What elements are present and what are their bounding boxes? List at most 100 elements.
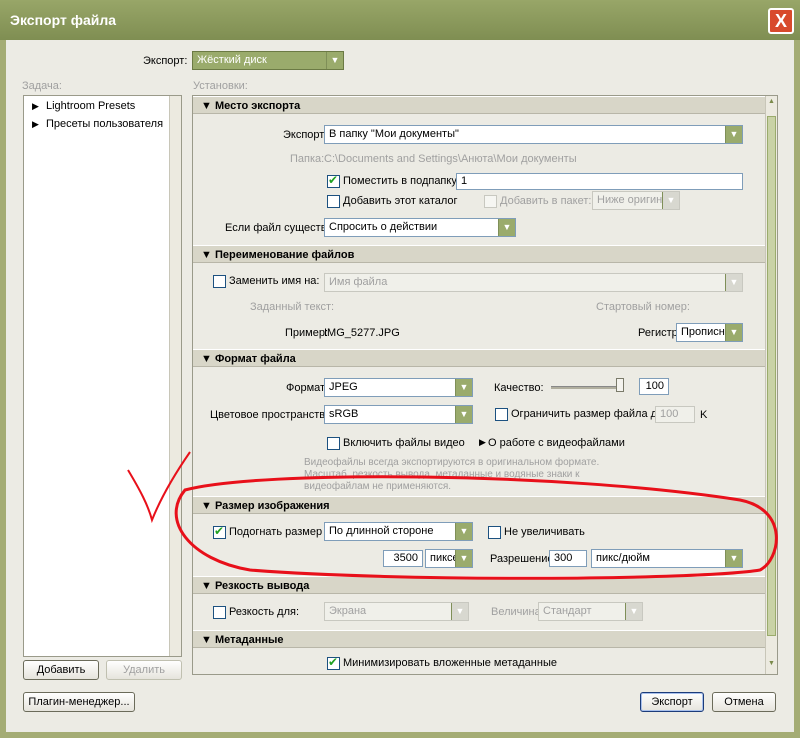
rename-label: Заменить имя на: [229, 275, 320, 287]
format-label: Формат: [286, 382, 329, 394]
fit-size-checkbox[interactable] [213, 524, 226, 539]
window-title: Экспорт файла [10, 12, 117, 28]
dimension-input[interactable]: 3500 [383, 550, 423, 567]
triangle-down-icon: ▼ [201, 634, 212, 646]
chevron-down-icon: ▼ [455, 550, 472, 567]
if-exists-value: Спросить о действии [329, 221, 438, 233]
section-header-metadata[interactable]: ▼ Метаданные [193, 630, 765, 648]
case-label: Регистр: [638, 327, 681, 339]
scroll-thumb[interactable] [767, 116, 776, 636]
dialog-body: Экспорт: Жёсткий диск ▼ Задача: Установк… [6, 40, 794, 732]
rename-checkbox[interactable] [213, 275, 226, 288]
add-preset-button[interactable]: Добавить [23, 660, 99, 680]
settings-panel: ▼ Место экспорта Экспорт: В папку "Мои д… [192, 95, 778, 675]
colorspace-label: Цветовое пространство: [210, 409, 335, 421]
task-label: Задача: [22, 80, 62, 92]
task-scrollbar[interactable] [169, 96, 181, 656]
task-list: ▶ Lightroom Presets ▶ Пресеты пользовате… [23, 95, 182, 657]
dont-enlarge-checkbox[interactable] [488, 526, 501, 539]
subfolder-checkbox[interactable] [327, 173, 340, 188]
triangle-down-icon: ▼ [201, 353, 212, 365]
start-number-label: Стартовый номер: [596, 301, 690, 313]
export-dest-select[interactable]: В папку "Мои документы" ▼ [324, 125, 743, 144]
add-stack-checkbox[interactable] [484, 195, 497, 208]
chevron-down-icon: ▼ [326, 52, 343, 69]
triangle-down-icon: ▼ [201, 500, 212, 512]
export-button[interactable]: Экспорт [640, 692, 704, 712]
task-item-label: Lightroom Presets [45, 100, 136, 112]
limit-size-checkbox[interactable] [495, 408, 508, 421]
minimize-metadata-label: Минимизировать вложенные метаданные [343, 657, 557, 669]
chevron-down-icon: ▼ [455, 406, 472, 423]
folder-path: C:\Documents and Settings\Анюта\Мои доку… [324, 153, 577, 165]
sharpen-checkbox[interactable] [213, 606, 226, 619]
dimension-unit-select[interactable]: пиксел ▼ [425, 549, 473, 568]
quality-label: Качество: [494, 382, 544, 394]
export-dest-value: В папку "Мои документы" [329, 128, 459, 140]
amount-label: Величина: [491, 606, 544, 618]
resolution-unit-value: пикс/дюйм [596, 552, 650, 564]
limit-size-input[interactable]: 100 [655, 406, 695, 423]
video-note-line: видеофайлам не применяются. [304, 481, 452, 492]
case-select[interactable]: Прописные ▼ [676, 323, 743, 342]
task-item[interactable]: ▶ Пресеты пользователя [32, 118, 163, 130]
settings-label: Установки: [193, 80, 248, 92]
limit-size-unit: K [700, 409, 708, 421]
quality-input[interactable]: 100 [639, 378, 669, 395]
plugin-manager-button[interactable]: Плагин-менеджер... [23, 692, 135, 712]
chevron-down-icon: ▼ [455, 379, 472, 396]
cancel-button[interactable]: Отмена [712, 692, 776, 712]
rename-template-value: Имя файла [329, 276, 388, 288]
minimize-metadata-checkbox[interactable] [327, 655, 340, 670]
chevron-down-icon: ▼ [455, 523, 472, 540]
settings-scrollbar[interactable]: ▲ ▼ [765, 96, 777, 674]
subfolder-label: Поместить в подпапку: [343, 175, 460, 187]
export-to-select[interactable]: Жёсткий диск ▼ [192, 51, 344, 70]
scroll-down-icon[interactable]: ▼ [767, 660, 776, 670]
format-value: JPEG [329, 381, 358, 393]
triangle-right-icon: ▶ [32, 101, 39, 111]
section-header-sharpen[interactable]: ▼ Резкость вывода [193, 576, 765, 594]
chevron-down-icon: ▼ [725, 274, 742, 291]
chevron-down-icon: ▼ [725, 324, 742, 341]
quality-slider-thumb[interactable] [616, 378, 624, 392]
sharpen-for-value: Экрана [329, 605, 367, 617]
remove-preset-button[interactable]: Удалить [106, 660, 182, 680]
section-header-rename[interactable]: ▼ Переименование файлов [193, 245, 765, 263]
chevron-down-icon: ▼ [662, 192, 679, 209]
section-title: Переименование файлов [214, 249, 355, 261]
stack-select[interactable]: Ниже оригинала ▼ [592, 191, 680, 210]
chevron-down-icon: ▼ [625, 603, 642, 620]
include-video-checkbox[interactable] [327, 437, 340, 450]
custom-text-label: Заданный текст: [250, 301, 335, 313]
amount-select[interactable]: Стандарт ▼ [538, 602, 643, 621]
close-button[interactable]: X [768, 8, 794, 34]
export-to-value: Жёсткий диск [197, 54, 267, 66]
triangle-down-icon: ▼ [201, 249, 212, 261]
scroll-up-icon[interactable]: ▲ [767, 98, 776, 108]
section-title: Метаданные [214, 634, 284, 646]
section-header-image-size[interactable]: ▼ Размер изображения [193, 496, 765, 514]
sharpen-for-select[interactable]: Экрана ▼ [324, 602, 469, 621]
section-title: Место экспорта [214, 100, 301, 112]
video-info-link[interactable]: О работе с видеофайлами [488, 437, 625, 449]
add-catalog-checkbox[interactable] [327, 195, 340, 208]
include-video-label: Включить файлы видео [343, 437, 465, 449]
subfolder-input[interactable]: 1 [456, 173, 743, 190]
resolution-input[interactable]: 300 [549, 550, 587, 567]
quality-slider-track[interactable] [551, 386, 623, 389]
fit-size-label: Подогнать размер [229, 526, 323, 538]
export-dialog: Экспорт файла X Экспорт: Жёсткий диск ▼ … [0, 0, 800, 738]
resolution-unit-select[interactable]: пикс/дюйм ▼ [591, 549, 743, 568]
if-exists-select[interactable]: Спросить о действии ▼ [324, 218, 516, 237]
fit-mode-select[interactable]: По длинной стороне ▼ [324, 522, 473, 541]
section-header-location[interactable]: ▼ Место экспорта [193, 96, 765, 114]
section-title: Формат файла [214, 353, 296, 365]
task-item[interactable]: ▶ Lightroom Presets [32, 100, 135, 112]
rename-template-select[interactable]: Имя файла ▼ [324, 273, 743, 292]
section-header-format[interactable]: ▼ Формат файла [193, 349, 765, 367]
format-select[interactable]: JPEG ▼ [324, 378, 473, 397]
limit-size-label: Ограничить размер файла до: [511, 408, 667, 420]
chevron-down-icon: ▼ [725, 126, 742, 143]
colorspace-select[interactable]: sRGB ▼ [324, 405, 473, 424]
